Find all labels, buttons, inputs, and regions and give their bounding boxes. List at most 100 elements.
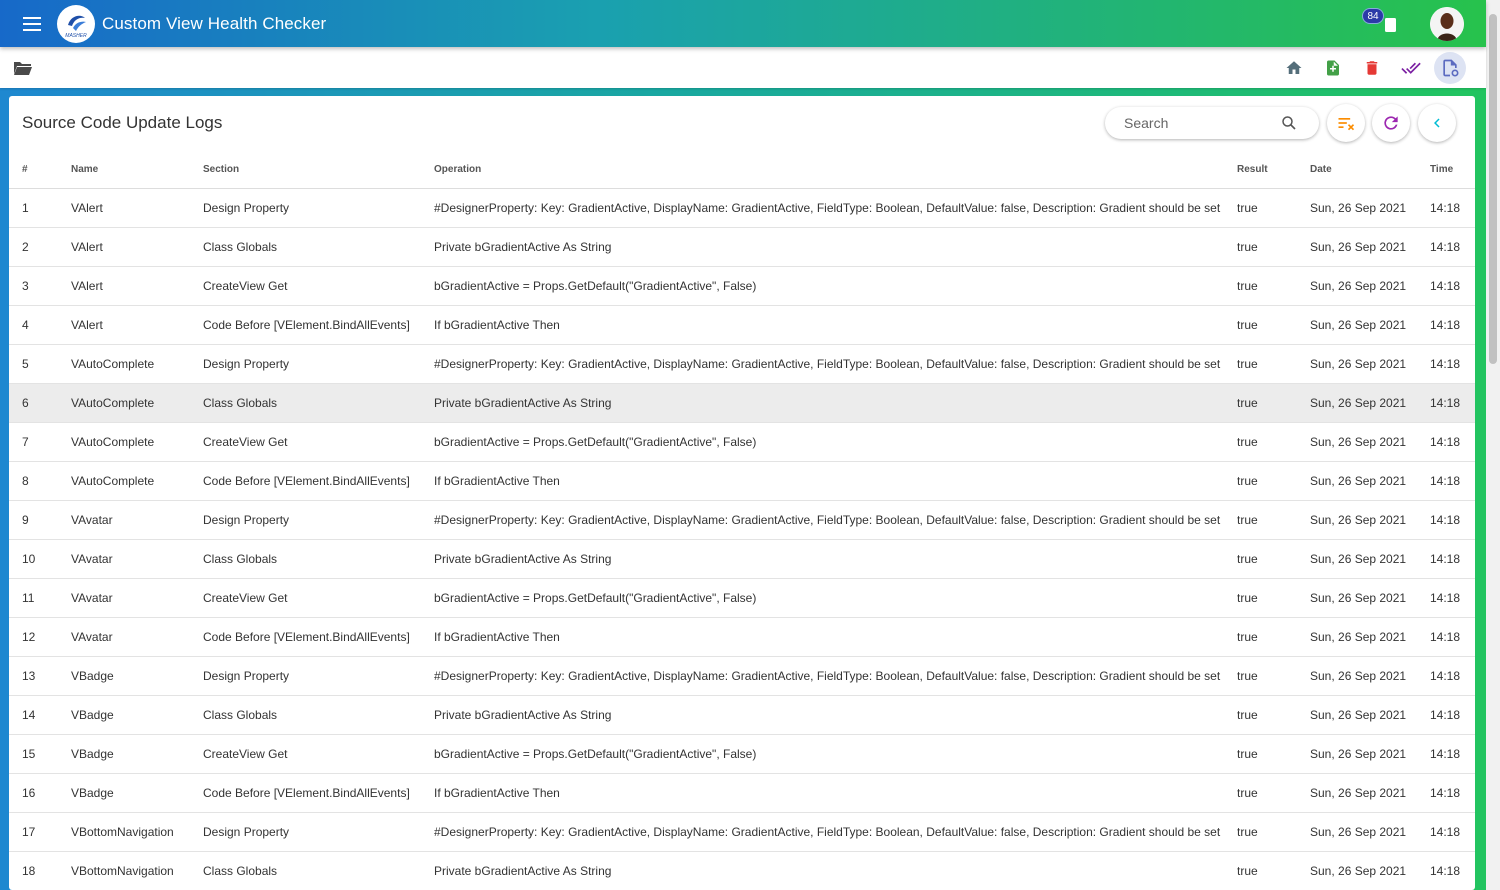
app-bar: MASHER Custom View Health Checker 84 (0, 0, 1486, 47)
cell-operation: bGradientActive = Props.GetDefault("Grad… (434, 578, 1237, 618)
cell-operation: Private bGradientActive As String (434, 851, 1237, 890)
delete-button[interactable] (1356, 52, 1388, 84)
cell-time: 14:18 (1430, 812, 1475, 852)
table-row[interactable]: 15 VBadge CreateView Get bGradientActive = … (9, 734, 1475, 774)
cell-name: VAutoComplete (71, 461, 203, 501)
table-row[interactable]: 3 VAlert CreateView Get bGradientActive = P… (9, 266, 1475, 306)
cell-number: 10 (9, 539, 71, 579)
page-scrollbar[interactable] (1486, 0, 1500, 890)
cell-result: true (1237, 656, 1310, 696)
cell-time: 14:18 (1430, 344, 1475, 384)
cell-number: 18 (9, 851, 71, 890)
table-row[interactable]: 8 VAutoComplete Code Before [VElement.Bind… (9, 461, 1475, 501)
cell-section: Design Property (203, 500, 434, 540)
header-name[interactable]: Name (71, 151, 203, 189)
cell-number: 5 (9, 344, 71, 384)
cell-number: 7 (9, 422, 71, 462)
menu-icon[interactable] (19, 11, 45, 37)
search-box[interactable] (1105, 107, 1319, 139)
cell-number: 1 (9, 188, 71, 228)
table-row[interactable]: 14 VBadge Class Globals Private bGradientAc… (9, 695, 1475, 735)
cell-time: 14:18 (1430, 188, 1475, 228)
done-all-button[interactable] (1395, 52, 1427, 84)
notifications-button[interactable]: 84 (1362, 7, 1400, 39)
table-row[interactable]: 2 VAlert Class Globals Private bGradientAct… (9, 227, 1475, 267)
cell-date: Sun, 26 Sep 2021 (1310, 266, 1430, 306)
cell-time: 14:18 (1430, 656, 1475, 696)
cell-date: Sun, 26 Sep 2021 (1310, 461, 1430, 501)
header-date[interactable]: Date (1310, 151, 1430, 189)
notification-badge: 84 (1362, 7, 1384, 24)
cell-operation: Private bGradientActive As String (434, 695, 1237, 735)
home-icon (1286, 60, 1302, 74)
clear-filter-icon (1338, 118, 1355, 131)
header-number[interactable]: # (9, 151, 71, 189)
folder-open-icon[interactable] (13, 58, 33, 78)
cell-result: true (1237, 773, 1310, 813)
table-row[interactable]: 1 VAlert Design Property #DesignerProperty:… (9, 188, 1475, 228)
add-file-button[interactable] (1317, 52, 1349, 84)
table-row[interactable]: 17 VBottomNavigation Design Property #Desig… (9, 812, 1475, 852)
cell-number: 13 (9, 656, 71, 696)
table-row[interactable]: 4 VAlert Code Before [VElement.BindAllEven… (9, 305, 1475, 345)
table-row[interactable]: 13 VBadge Design Property #DesignerProperty… (9, 656, 1475, 696)
cell-name: VBadge (71, 734, 203, 774)
cell-result: true (1237, 578, 1310, 618)
table-row[interactable]: 7 VAutoComplete CreateView Get bGradientAct… (9, 422, 1475, 462)
table-row[interactable]: 5 VAutoComplete Design Property #DesignerPr… (9, 344, 1475, 384)
cell-operation: Private bGradientActive As String (434, 227, 1237, 267)
cell-result: true (1237, 188, 1310, 228)
cell-result: true (1237, 383, 1310, 423)
cell-result: true (1237, 617, 1310, 657)
clear-filter-button[interactable] (1327, 104, 1365, 142)
cell-result: true (1237, 851, 1310, 890)
add-file-icon (1327, 60, 1339, 75)
cell-section: CreateView Get (203, 266, 434, 306)
cell-name: VAlert (71, 188, 203, 228)
cell-name: VAutoComplete (71, 344, 203, 384)
cell-section: Design Property (203, 812, 434, 852)
cell-section: CreateView Get (203, 734, 434, 774)
cell-date: Sun, 26 Sep 2021 (1310, 422, 1430, 462)
cell-time: 14:18 (1430, 617, 1475, 657)
header-operation[interactable]: Operation (434, 151, 1237, 189)
header-result[interactable]: Result (1237, 151, 1310, 189)
app-logo: MASHER (57, 4, 95, 43)
cell-time: 14:18 (1430, 773, 1475, 813)
table-row[interactable]: 12 VAvatar Code Before [VElement.BindAllEv… (9, 617, 1475, 657)
cell-time: 14:18 (1430, 578, 1475, 618)
cell-number: 14 (9, 695, 71, 735)
scrollbar-thumb[interactable] (1489, 14, 1497, 364)
cell-section: Code Before [VElement.BindAllEvents] (203, 773, 434, 813)
back-button[interactable] (1418, 104, 1456, 142)
table-row[interactable]: 9 VAvatar Design Property #DesignerProperty… (9, 500, 1475, 540)
refresh-button[interactable] (1372, 104, 1410, 142)
table-row[interactable]: 11 VAvatar CreateView Get bGradientActive =… (9, 578, 1475, 618)
user-avatar[interactable] (1430, 6, 1464, 41)
table-row[interactable]: 6 VAutoComplete Class Globals Private bGrad… (9, 383, 1475, 423)
home-button[interactable] (1278, 52, 1310, 84)
cell-section: Class Globals (203, 227, 434, 267)
cell-date: Sun, 26 Sep 2021 (1310, 383, 1430, 423)
cell-number: 16 (9, 773, 71, 813)
cell-operation: If bGradientActive Then (434, 617, 1237, 657)
header-section[interactable]: Section (203, 151, 434, 189)
search-input[interactable] (1124, 115, 1274, 131)
cell-section: Design Property (203, 656, 434, 696)
cell-operation: If bGradientActive Then (434, 773, 1237, 813)
cell-date: Sun, 26 Sep 2021 (1310, 188, 1430, 228)
cell-result: true (1237, 344, 1310, 384)
table-row[interactable]: 18 VBottomNavigation Class Globals Private … (9, 851, 1475, 890)
table-row[interactable]: 16 VBadge Code Before [VElement.BindAllEve… (9, 773, 1475, 813)
cell-result: true (1237, 422, 1310, 462)
cell-name: VAutoComplete (71, 383, 203, 423)
header-time[interactable]: Time (1430, 151, 1475, 189)
search-icon[interactable] (1280, 114, 1298, 132)
file-settings-button[interactable] (1434, 51, 1466, 84)
cell-section: Design Property (203, 344, 434, 384)
cell-date: Sun, 26 Sep 2021 (1310, 851, 1430, 890)
table-row[interactable]: 10 VAvatar Class Globals Private bGradientA… (9, 539, 1475, 579)
cell-number: 11 (9, 578, 71, 618)
cell-date: Sun, 26 Sep 2021 (1310, 695, 1430, 735)
cell-operation: bGradientActive = Props.GetDefault("Grad… (434, 422, 1237, 462)
